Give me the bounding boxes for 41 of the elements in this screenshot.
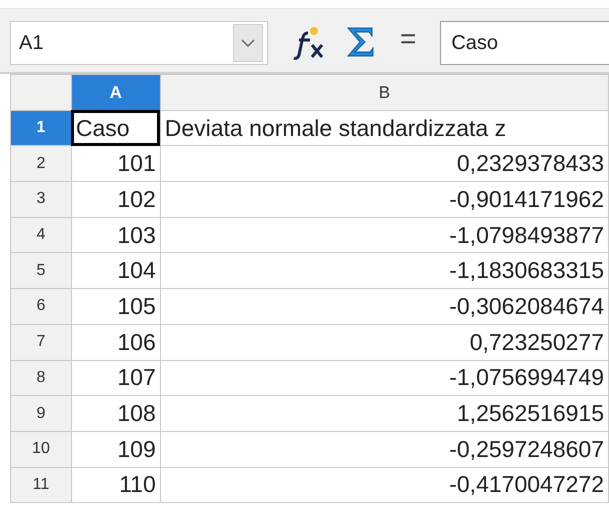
table-cell[interactable]: -0,4170047272 [160, 467, 608, 503]
chevron-icon [241, 38, 255, 48]
cell-reference: A1 [19, 31, 44, 56]
formula-input[interactable]: Caso [440, 21, 609, 65]
table-cell[interactable]: Deviata normale standardizzata z [160, 110, 608, 146]
table-cell[interactable]: 104 [71, 252, 160, 289]
table-cell[interactable]: 1,2562516915 [160, 396, 608, 432]
formula-button[interactable]: = [400, 25, 416, 53]
table-cell[interactable]: 108 [71, 396, 160, 432]
column-header[interactable]: B [160, 74, 608, 110]
table-cell[interactable]: 109 [71, 431, 160, 468]
table-cell[interactable]: 0,723250277 [160, 324, 608, 360]
table-cell[interactable]: 102 [71, 182, 160, 218]
row-header[interactable]: 6 [10, 288, 72, 324]
row-header[interactable]: 4 [10, 217, 72, 253]
table-cell[interactable]: 101 [71, 146, 160, 182]
table-cell[interactable]: -0,3062084674 [160, 288, 608, 324]
table-cell[interactable]: -1,1830683315 [160, 252, 608, 289]
row-header[interactable]: 2 [10, 146, 72, 182]
table-cell[interactable]: 103 [71, 217, 160, 253]
row-header[interactable]: 5 [10, 252, 72, 289]
table-cell[interactable]: -0,2597248607 [160, 431, 608, 468]
row-header[interactable]: 9 [10, 396, 72, 432]
column-header[interactable]: A [71, 74, 160, 110]
row-header[interactable]: 3 [10, 182, 72, 218]
name-box[interactable]: A1 [10, 21, 268, 65]
row-header[interactable]: 1 [10, 110, 72, 146]
table-cell[interactable]: -0,9014171962 [160, 182, 608, 218]
table-cell[interactable]: 0,2329378433 [160, 146, 608, 182]
table-cell[interactable]: -1,0756994749 [160, 360, 608, 396]
row-header[interactable]: 11 [10, 467, 72, 503]
table-cell[interactable]: 110 [71, 467, 160, 503]
row-header[interactable]: 7 [10, 324, 72, 360]
table-cell[interactable]: 105 [71, 288, 160, 324]
table-cell[interactable]: 106 [71, 324, 160, 360]
table-cell[interactable]: 107 [71, 360, 160, 396]
sum-icon[interactable] [344, 25, 376, 59]
row-header[interactable]: 10 [10, 431, 72, 468]
row-header[interactable]: 8 [10, 360, 72, 396]
table-cell[interactable]: Caso [71, 110, 160, 146]
table-cell[interactable]: -1,0798493877 [160, 217, 608, 253]
